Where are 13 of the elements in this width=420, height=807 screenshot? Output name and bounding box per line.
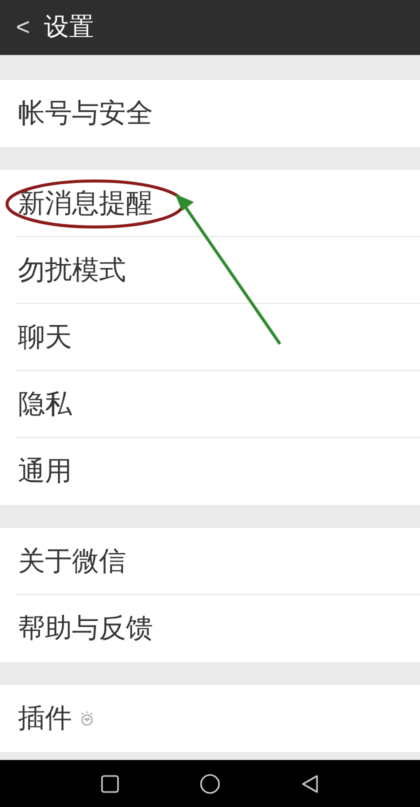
- settings-item[interactable]: 帮助与反馈: [18, 615, 153, 642]
- back-button[interactable]: <: [16, 16, 30, 40]
- settings-item[interactable]: 关于微信: [18, 548, 126, 575]
- settings-item[interactable]: 帐号与安全: [18, 100, 153, 127]
- settings-item[interactable]: 勿扰模式: [18, 257, 126, 284]
- circle-nav-icon[interactable]: [200, 774, 220, 794]
- square-nav-icon[interactable]: [100, 774, 119, 792]
- settings-item[interactable]: 插件: [18, 705, 72, 732]
- settings-item[interactable]: 聊天: [18, 324, 72, 351]
- page-title: 设置: [44, 15, 94, 40]
- settings-item[interactable]: 隐私: [18, 391, 72, 418]
- back-nav-icon[interactable]: [301, 774, 320, 794]
- settings-item[interactable]: 通用: [18, 458, 72, 485]
